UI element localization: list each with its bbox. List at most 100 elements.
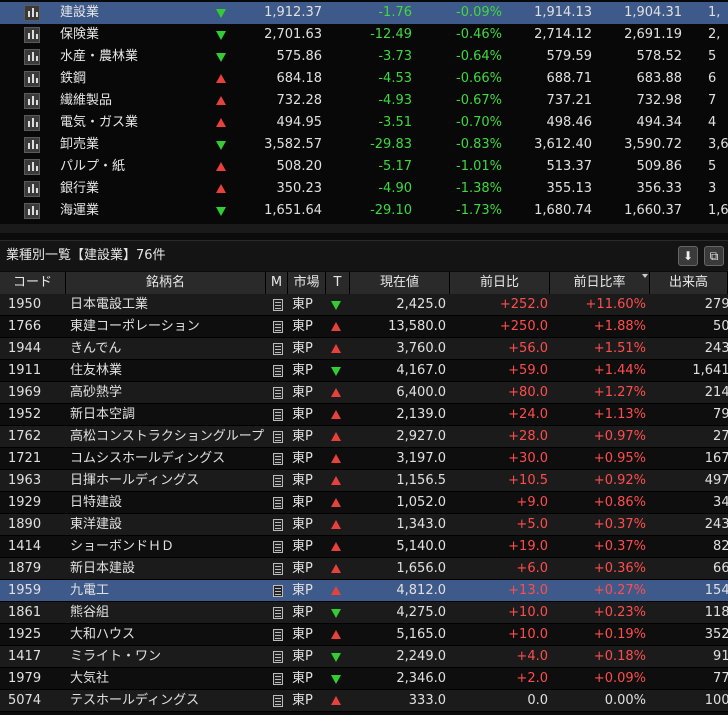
header-volume[interactable]: 出来高	[650, 272, 728, 294]
cell-price: 2,425.0	[396, 297, 446, 312]
header-memo[interactable]: M	[266, 272, 288, 294]
memo-icon[interactable]	[273, 453, 283, 465]
table-row[interactable]: 1762 高松コンストラクショングループ 東P 2,927.0 +28.0 +0.97% 2…	[0, 426, 728, 448]
table-row[interactable]: 1911 住友林業 東P 4,167.0 +59.0 +1.44% 1,641,4	[0, 360, 728, 382]
sector-row[interactable]: 鉄鋼 684.18 -4.53 -0.66% 688.71 683.88 6	[0, 68, 728, 90]
chart-icon[interactable]	[24, 181, 40, 197]
sector-row[interactable]: 海運業 1,651.64 -29.10 -1.73% 1,680.74 1,660.37 1…	[0, 200, 728, 222]
header-trend[interactable]: T	[326, 272, 350, 294]
memo-icon[interactable]	[273, 585, 283, 597]
cell-chg: +80.0	[508, 385, 548, 400]
memo-icon[interactable]	[273, 431, 283, 443]
cell-code: 1766	[8, 319, 42, 334]
sector-chg: -3.73	[378, 49, 412, 64]
table-row[interactable]: 1929 日特建設 東P 1,052.0 +9.0 +0.86% 34,3	[0, 492, 728, 514]
memo-icon[interactable]	[273, 387, 283, 399]
up-arrow-icon	[331, 432, 341, 441]
chart-icon[interactable]	[24, 5, 40, 21]
table-row[interactable]: 1979 大気社 東P 2,346.0 +2.0 +0.09% 77,8	[0, 668, 728, 690]
up-arrow-icon	[331, 696, 341, 705]
sector-row[interactable]: 保険業 2,701.63 -12.49 -0.46% 2,714.12 2,691.19 2…	[0, 24, 728, 46]
sector-row[interactable]: 卸売業 3,582.57 -29.83 -0.83% 3,612.40 3,590.72 3…	[0, 134, 728, 156]
cell-price: 3,197.0	[396, 451, 446, 466]
table-row[interactable]: 1950 日本電設工業 東P 2,425.0 +252.0 +11.60% 279,6	[0, 294, 728, 316]
memo-icon[interactable]	[273, 695, 283, 707]
table-row[interactable]: 1963 日揮ホールディングス 東P 1,156.5 +10.5 +0.92% 497,9	[0, 470, 728, 492]
chart-icon[interactable]	[24, 115, 40, 131]
table-row[interactable]: 1952 新日本空調 東P 2,139.0 +24.0 +1.13% 79,8	[0, 404, 728, 426]
table-row[interactable]: 1879 新日本建設 東P 1,656.0 +6.0 +0.36% 66,1	[0, 558, 728, 580]
sector-low: 732.98	[636, 93, 683, 108]
chart-icon[interactable]	[24, 71, 40, 87]
table-row[interactable]: 1766 東建コーポレーション 東P 13,580.0 +250.0 +1.88% 50,8	[0, 316, 728, 338]
table-row[interactable]: 1925 大和ハウス 東P 5,165.0 +10.0 +0.19% 352,0	[0, 624, 728, 646]
header-price[interactable]: 現在値	[350, 272, 450, 294]
memo-icon[interactable]	[273, 475, 283, 487]
cell-price: 1,052.0	[396, 495, 446, 510]
sector-chg: -5.17	[378, 159, 412, 174]
memo-icon[interactable]	[273, 541, 283, 553]
chart-icon[interactable]	[24, 27, 40, 43]
cell-market: 東P	[292, 627, 313, 642]
chart-icon[interactable]	[24, 159, 40, 175]
memo-icon[interactable]	[273, 519, 283, 531]
sector-extra: 2,	[708, 27, 721, 42]
memo-icon[interactable]	[273, 563, 283, 575]
table-row[interactable]: 1959 九電工 東P 4,812.0 +13.0 +0.27% 154,3	[0, 580, 728, 602]
header-code[interactable]: コード	[0, 272, 66, 294]
cell-chg: +9.0	[516, 495, 548, 510]
cell-market: 東P	[292, 385, 313, 400]
memo-icon[interactable]	[273, 497, 283, 509]
table-row[interactable]: 1969 高砂熱学 東P 6,400.0 +80.0 +1.27% 214,1	[0, 382, 728, 404]
sector-horizontal-scrollbar[interactable]	[0, 224, 728, 233]
table-row[interactable]: 1890 東洋建設 東P 1,343.0 +5.0 +0.37% 243,1	[0, 514, 728, 536]
cell-price: 5,140.0	[396, 539, 446, 554]
cell-code: 1911	[8, 363, 42, 378]
sector-row[interactable]: 建設業 1,912.37 -1.76 -0.09% 1,914.13 1,904.31 1,	[0, 2, 728, 24]
sector-low: 1,904.31	[624, 5, 682, 20]
table-row[interactable]: 1417 ミライト・ワン 東P 2,249.0 +4.0 +0.18% 91,3	[0, 646, 728, 668]
header-change[interactable]: 前日比	[450, 272, 550, 294]
chart-icon[interactable]	[24, 49, 40, 65]
header-change-pct[interactable]: 前日比率	[550, 272, 650, 294]
table-row[interactable]: 1721 コムシスホールディングス 東P 3,197.0 +30.0 +0.95% 167,…	[0, 448, 728, 470]
cell-vol: 66,1	[713, 561, 728, 576]
sector-pct: -1.38%	[456, 181, 502, 196]
table-row[interactable]: 1861 熊谷組 東P 4,275.0 +10.0 +0.23% 118,4	[0, 602, 728, 624]
memo-icon[interactable]	[273, 343, 283, 355]
chart-icon[interactable]	[24, 203, 40, 219]
sector-open: 737.21	[546, 93, 593, 108]
copy-icon[interactable]: ⧉	[704, 246, 724, 266]
cell-market: 東P	[292, 495, 313, 510]
cell-price: 1,343.0	[396, 517, 446, 532]
memo-icon[interactable]	[273, 673, 283, 685]
sector-row[interactable]: 繊維製品 732.28 -4.93 -0.67% 737.21 732.98 7	[0, 90, 728, 112]
memo-icon[interactable]	[273, 409, 283, 421]
table-row[interactable]: 5074 テスホールディングス 東P 333.0 0.0 0.00% 100,5	[0, 690, 728, 712]
sector-row[interactable]: 電気・ガス業 494.95 -3.51 -0.70% 498.46 494.34 4	[0, 112, 728, 134]
table-row[interactable]: 1414 ショーボンドＨＤ 東P 5,140.0 +19.0 +0.37% 82,5	[0, 536, 728, 558]
cell-vol: 118,4	[704, 605, 728, 620]
sector-row[interactable]: 銀行業 350.23 -4.90 -1.38% 355.13 356.33 3	[0, 178, 728, 200]
cell-price: 3,760.0	[396, 341, 446, 356]
sector-row[interactable]: パルプ・紙 508.20 -5.17 -1.01% 513.37 509.86 5	[0, 156, 728, 178]
memo-icon[interactable]	[273, 299, 283, 311]
memo-icon[interactable]	[273, 321, 283, 333]
chart-icon[interactable]	[24, 137, 40, 153]
cell-name: 新日本建設	[70, 561, 136, 576]
cell-vol: 77,8	[713, 671, 728, 686]
header-market[interactable]: 市場	[288, 272, 326, 294]
cell-name: 九電工	[70, 583, 110, 598]
cell-chg: +10.0	[508, 627, 548, 642]
memo-icon[interactable]	[273, 607, 283, 619]
cell-name: 大和ハウス	[70, 627, 136, 642]
sector-pct: -0.83%	[456, 137, 502, 152]
table-row[interactable]: 1944 きんでん 東P 3,760.0 +56.0 +1.51% 243,8	[0, 338, 728, 360]
memo-icon[interactable]	[273, 365, 283, 377]
memo-icon[interactable]	[273, 629, 283, 641]
sector-row[interactable]: 水産・農林業 575.86 -3.73 -0.64% 579.59 578.52 5	[0, 46, 728, 68]
download-icon[interactable]: ⬇	[678, 246, 698, 266]
chart-icon[interactable]	[24, 93, 40, 109]
memo-icon[interactable]	[273, 651, 283, 663]
header-name[interactable]: 銘柄名	[66, 272, 266, 294]
